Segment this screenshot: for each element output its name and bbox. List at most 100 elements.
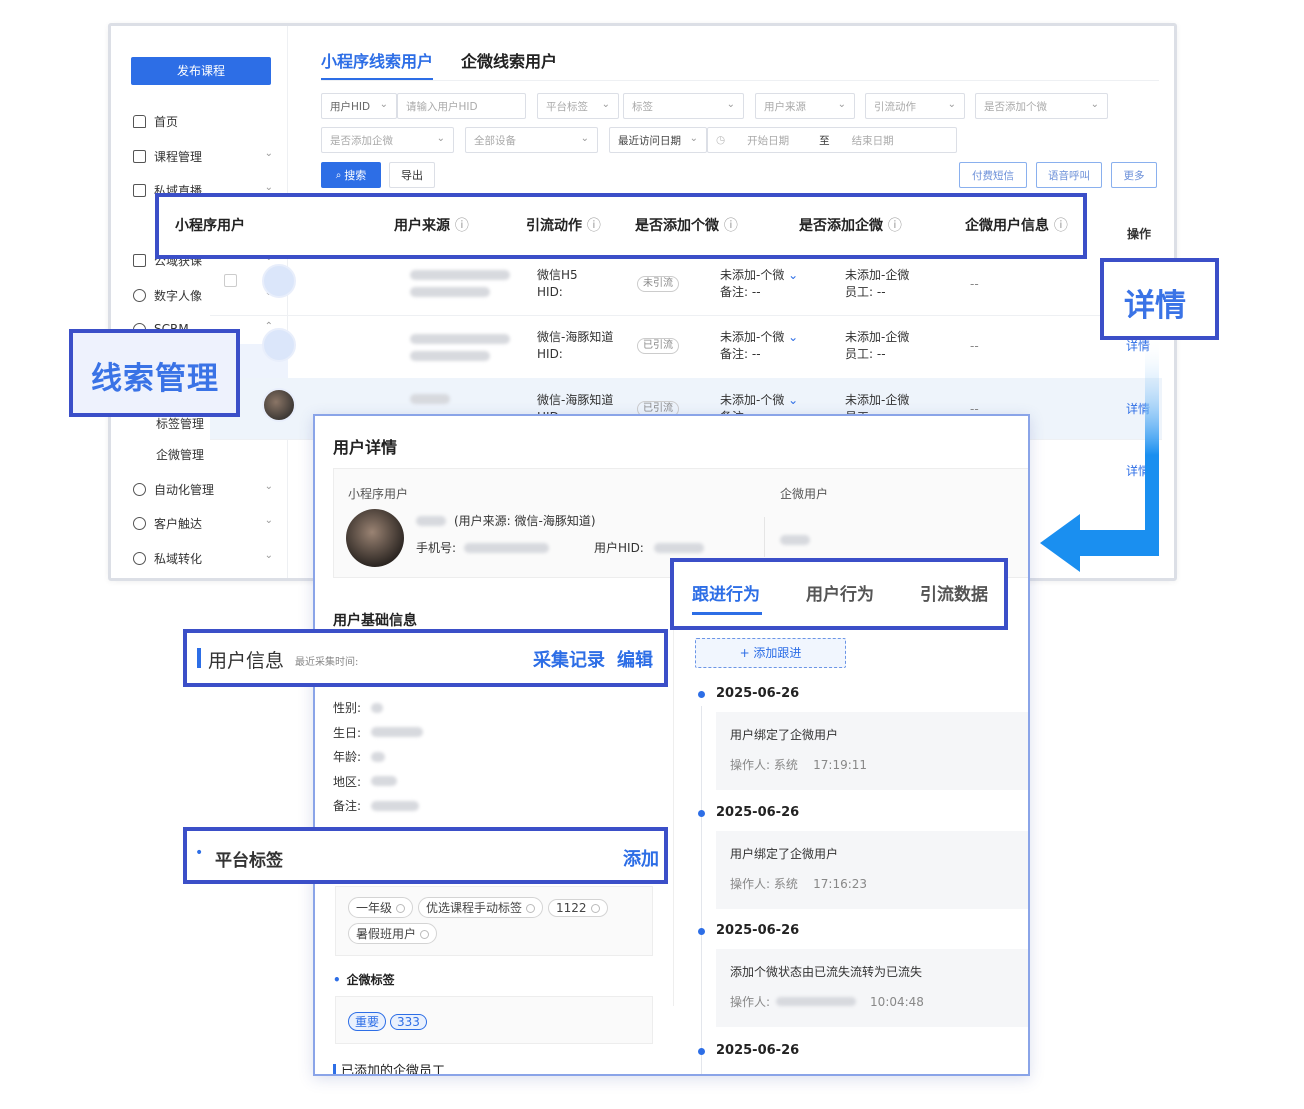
add-tag-link[interactable]: 添加: [623, 845, 659, 871]
sidebar-item-label: 课程管理: [154, 149, 203, 164]
voice-call-button[interactable]: 语音呼叫: [1036, 162, 1102, 188]
add-follow-button[interactable]: + 添加跟进: [695, 638, 846, 668]
chevron-down-icon: ⌄: [837, 99, 846, 110]
blurred-wecom-name: [780, 535, 810, 545]
personal-status[interactable]: 未添加-个微 ⌄: [720, 329, 798, 345]
traffic-status-badge: 已引流: [637, 338, 679, 354]
phone-label: 手机号:: [416, 541, 457, 555]
platform-tag-select[interactable]: 平台标签 ⌄: [537, 93, 619, 119]
user-source-select[interactable]: 用户来源 ⌄: [755, 93, 855, 119]
wecom-info: --: [970, 339, 979, 353]
timeline-line: [701, 706, 702, 1074]
timeline-meta: 操作人: 10:04:48: [730, 995, 924, 1009]
col-mini-user: 小程序用户: [175, 218, 245, 234]
table-row[interactable]: 微信H5 HID: 未引流 未添加-个微 ⌄ 备注: -- 未添加-企微 员工:…: [210, 254, 1162, 316]
hid-type-select[interactable]: 用户HID ⌄: [321, 93, 397, 119]
more-button[interactable]: 更多: [1111, 162, 1157, 188]
sidebar-sub-wecom[interactable]: 企微管理: [156, 446, 204, 463]
bullet-icon: •: [195, 845, 204, 861]
platform-tags-callout: • 平台标签 添加: [183, 827, 668, 884]
tab-mini-program-leads[interactable]: 小程序线索用户: [321, 48, 434, 80]
col-wecom-info: 企微用户信息 ⓘ: [965, 218, 1068, 234]
tab-traffic-data[interactable]: 引流数据: [920, 580, 988, 605]
table-header-callout: 小程序用户 用户来源 ⓘ 引流动作 ⓘ 是否添加个微 ⓘ 是否添加企微 ⓘ 企微…: [155, 193, 1087, 259]
basic-info-title: 用户基础信息: [333, 613, 417, 629]
close-icon[interactable]: [526, 904, 536, 913]
added-personal-select[interactable]: 是否添加个微 ⌄: [975, 93, 1108, 119]
blurred-value: [371, 752, 385, 762]
wecom-info: --: [970, 277, 979, 291]
export-button[interactable]: 导出: [389, 162, 435, 188]
wecom-tags-card: 重要 333: [335, 996, 653, 1044]
chevron-down-icon: ⌄: [264, 515, 273, 526]
enterprise-staff: 员工: --: [845, 285, 886, 299]
lead-tabs: 小程序线索用户 企微线索用户: [321, 48, 557, 80]
close-icon[interactable]: [420, 930, 430, 939]
tag-chip[interactable]: 1122: [548, 899, 608, 917]
row-checkbox[interactable]: [224, 274, 237, 287]
avatar: [346, 509, 404, 567]
col-added-personal: 是否添加个微 ⓘ: [635, 218, 738, 234]
blurred-value: [371, 703, 383, 713]
device-select[interactable]: 全部设备 ⌄: [465, 127, 598, 153]
timeline-dot: [698, 691, 705, 698]
course-icon: [133, 149, 146, 163]
sidebar-sub-tag[interactable]: 标签管理: [156, 415, 204, 432]
platform-tags-title: 平台标签: [215, 851, 283, 871]
timeline-date: 2025-06-26: [716, 1043, 800, 1058]
sidebar-item-home[interactable]: 首页: [133, 111, 273, 131]
hid-input[interactable]: 请输入用户HID: [397, 93, 526, 119]
date-range-picker[interactable]: ◷ 开始日期 至 结束日期: [707, 127, 957, 153]
sidebar-item-label: 自动化管理: [154, 482, 215, 497]
personal-status[interactable]: 未添加-个微 ⌄: [720, 392, 798, 408]
tag-select[interactable]: 标签 ⌄: [623, 93, 744, 119]
publish-course-button[interactable]: 发布课程: [131, 57, 271, 85]
target-icon: [133, 516, 146, 530]
sidebar-item-label: 数字人像: [154, 288, 203, 303]
face-icon: [133, 288, 146, 302]
close-icon[interactable]: [396, 904, 406, 913]
sidebar-item-reach[interactable]: 客户触达 ⌄: [133, 513, 273, 533]
chevron-down-icon: ⌄: [788, 330, 799, 344]
personal-note: 备注: --: [720, 285, 761, 299]
search-button[interactable]: ⌕ 搜索: [321, 162, 381, 188]
arrow-icon: [1040, 338, 1159, 572]
date-type-select[interactable]: 最近访问日期 ⌄: [609, 127, 707, 153]
tag-chip[interactable]: 暑假班用户: [348, 923, 438, 944]
chevron-down-icon: ⌄: [788, 393, 799, 407]
timeline-card: 用户绑定了企微用户 操作人: 系统 17:16:23: [716, 831, 1028, 909]
blurred-phone: [464, 543, 549, 553]
close-icon[interactable]: [590, 904, 600, 913]
tab-wecom-leads[interactable]: 企微线索用户: [461, 48, 557, 80]
blurred-phone: [410, 351, 490, 361]
paid-sms-button[interactable]: 付费短信: [959, 162, 1027, 188]
collect-record-link[interactable]: 采集记录: [533, 646, 605, 672]
chevron-down-icon: ⌄: [1090, 99, 1099, 110]
sidebar-item-conversion[interactable]: 私域转化 ⌄: [133, 548, 273, 568]
behavior-tabs-callout: 跟进行为 用户行为 引流数据: [670, 558, 1008, 630]
sidebar-item-automation[interactable]: 自动化管理 ⌄: [133, 479, 273, 499]
tag-chip[interactable]: 一年级: [348, 897, 414, 918]
timeline-card: 添加个微状态由已流失流转为已流失 操作人: 10:04:48: [716, 949, 1028, 1027]
edit-link[interactable]: 编辑: [617, 646, 653, 672]
blurred-name: [410, 270, 510, 280]
table-row[interactable]: 微信-海豚知道 HID: 已引流 未添加-个微 ⌄ 备注: -- 未添加-企微 …: [210, 318, 1162, 380]
tab-follow-behavior[interactable]: 跟进行为: [692, 580, 760, 605]
wecom-tags-title: • 企微标签: [333, 973, 395, 987]
conversion-icon: [133, 551, 146, 565]
added-enterprise-select[interactable]: 是否添加企微 ⌄: [321, 127, 454, 153]
mini-user-label: 小程序用户: [348, 487, 409, 501]
tag-chip[interactable]: 优选课程手动标签: [418, 897, 544, 918]
help-icon: ⓘ: [1053, 218, 1068, 234]
tab-user-behavior[interactable]: 用户行为: [806, 580, 874, 605]
traffic-action-select[interactable]: 引流动作 ⌄: [865, 93, 965, 119]
region-field: 地区:: [333, 774, 362, 789]
personal-status[interactable]: 未添加-个微 ⌄: [720, 267, 798, 283]
personal-note: 备注: --: [720, 347, 761, 361]
sidebar-item-course[interactable]: 课程管理 ⌄: [133, 146, 273, 166]
added-staff-title: 已添加的企微员工: [333, 1060, 445, 1074]
timeline-dot: [698, 928, 705, 935]
timeline-date: 2025-06-26: [716, 923, 800, 938]
chevron-down-icon: ⌄: [580, 133, 589, 144]
enterprise-status: 未添加-企微: [845, 330, 910, 344]
